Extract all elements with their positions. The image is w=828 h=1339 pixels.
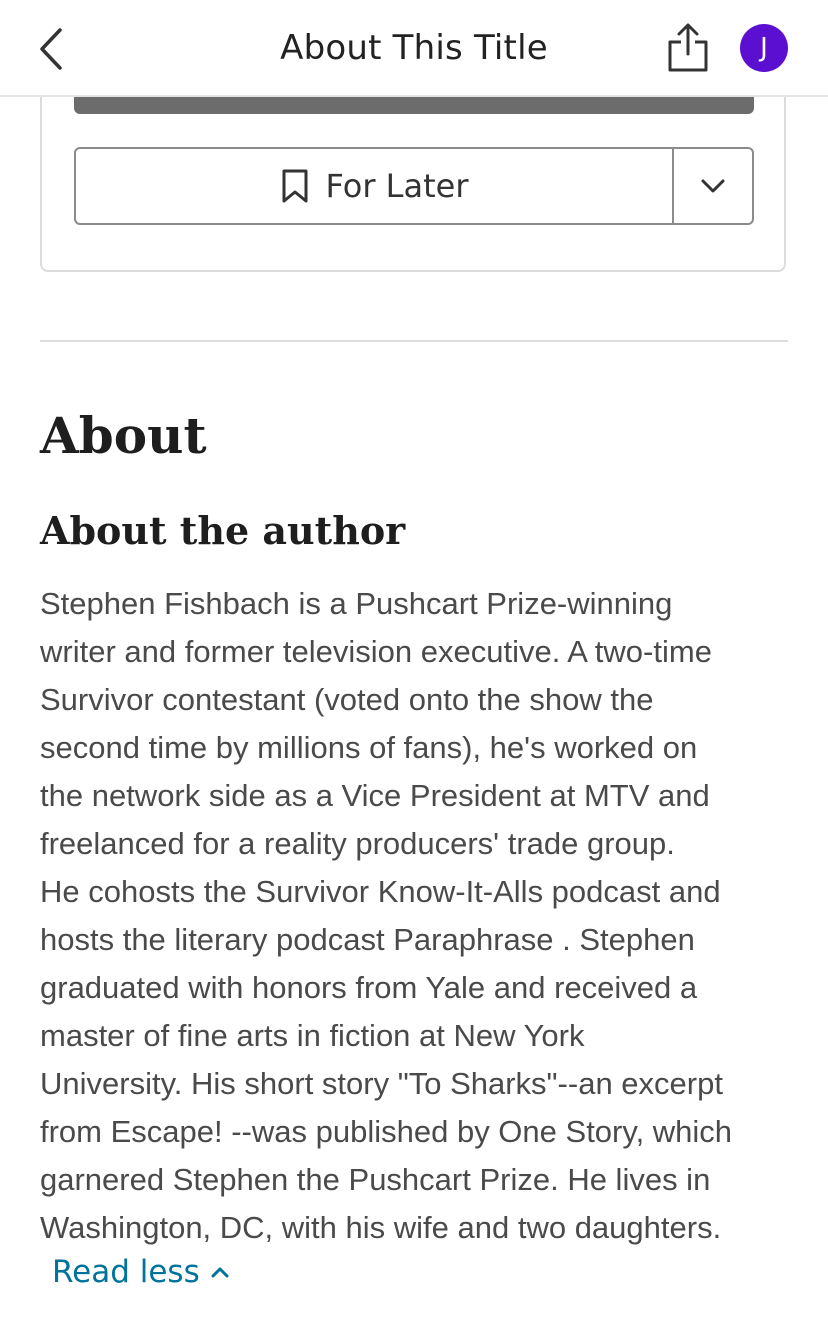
- section-divider: [40, 340, 788, 342]
- chevron-down-icon: [701, 179, 725, 193]
- bio-line: second time by millions of fans), he's w…: [40, 730, 698, 765]
- share-button[interactable]: [664, 22, 712, 74]
- bio-line: Washington, DC, with his wife and two da…: [40, 1210, 722, 1245]
- bio-line: Survivor contestant (voted onto the show…: [40, 682, 654, 717]
- chevron-up-icon: [211, 1267, 229, 1278]
- user-avatar[interactable]: J: [740, 24, 788, 72]
- bio-line: University. His short story "To Sharks"-…: [40, 1066, 723, 1101]
- bio-line: garnered Stephen the Pushcart Prize. He …: [40, 1162, 711, 1197]
- bio-line: master of fine arts in fiction at New Yo…: [40, 1018, 585, 1053]
- bio-line: writer and former television executive. …: [40, 634, 712, 669]
- for-later-button[interactable]: For Later: [76, 149, 672, 223]
- bio-line: He cohosts the Survivor Know-It-Alls pod…: [40, 874, 721, 909]
- about-author-heading: About the author: [40, 508, 406, 553]
- for-later-label: For Later: [325, 167, 469, 205]
- read-less-label: Read less: [52, 1254, 200, 1290]
- share-icon: [668, 23, 708, 72]
- bio-line: Stephen Fishbach is a Pushcart Prize-win…: [40, 586, 673, 621]
- about-heading: About: [40, 406, 207, 465]
- bio-line: freelanced for a reality producers' trad…: [40, 826, 675, 861]
- bio-line: from Escape! --was published by One Stor…: [40, 1114, 733, 1149]
- bookmark-icon: [282, 169, 307, 203]
- top-navigation-bar: About This Title J: [0, 0, 828, 97]
- for-later-dropdown-button[interactable]: [674, 149, 752, 223]
- for-later-split-button: For Later: [74, 147, 754, 225]
- bio-line: graduated with honors from Yale and rece…: [40, 970, 698, 1005]
- bio-line: the network side as a Vice President at …: [40, 778, 710, 813]
- bio-line: hosts the literary podcast Paraphrase . …: [40, 922, 695, 957]
- read-less-link[interactable]: Read less: [52, 1254, 230, 1290]
- author-bio: Stephen Fishbach is a Pushcart Prize-win…: [40, 580, 800, 1252]
